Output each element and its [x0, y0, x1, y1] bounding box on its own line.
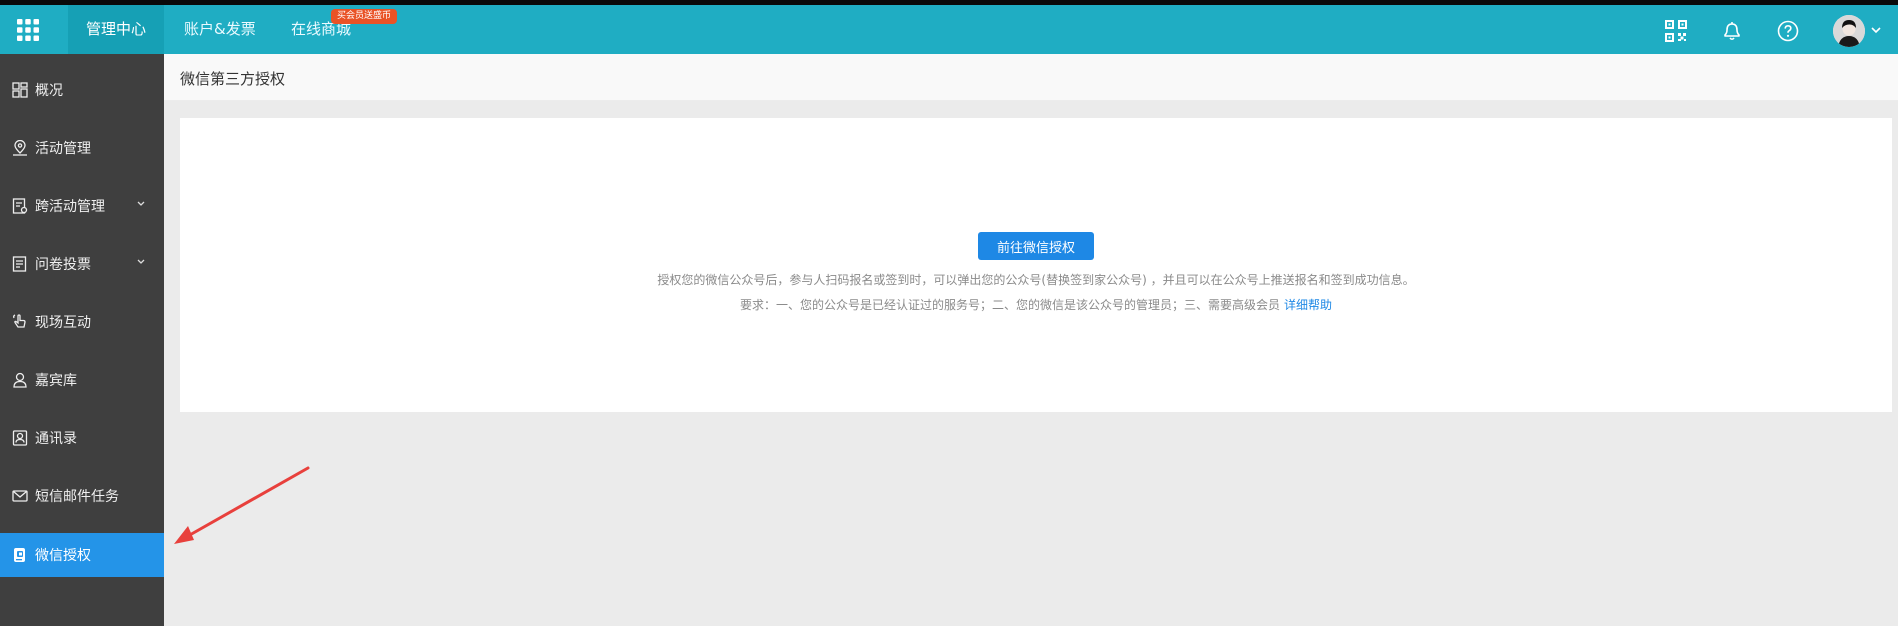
- contacts-icon: [11, 430, 28, 447]
- authorization-requirements: 要求：一、您的公众号是已经认证过的服务号；二、您的微信是该公众号的管理员；三、需…: [180, 296, 1892, 313]
- app-grid-button[interactable]: [0, 5, 56, 54]
- detailed-help-link[interactable]: 详细帮助: [1284, 298, 1332, 312]
- authorization-description: 授权您的微信公众号后，参与人扫码报名或签到时，可以弹出您的公众号(替换签到家公众…: [657, 273, 1415, 287]
- sidebar-item-label: 概况: [35, 83, 63, 99]
- requirements-text: 要求：一、您的公众号是已经认证过的服务号；二、您的微信是该公众号的管理员；三、需…: [739, 298, 1280, 312]
- bell-icon: [1721, 20, 1743, 42]
- help-icon: [1777, 20, 1799, 42]
- grid-icon: [16, 18, 40, 42]
- sidebar-item-label: 嘉宾库: [35, 373, 77, 389]
- dashboard-icon: [11, 82, 28, 99]
- sidebar-item-contacts[interactable]: 通讯录: [0, 416, 164, 460]
- go-wechat-authorize-button[interactable]: 前往微信授权: [978, 232, 1094, 260]
- vote-icon: [11, 256, 28, 273]
- top-navigation-bar: 管理中心 账户&发票 在线商城 买会员送盛币: [0, 0, 1898, 54]
- tab-management-center[interactable]: 管理中心: [68, 5, 164, 54]
- sidebar-item-label: 活动管理: [35, 141, 91, 157]
- location-icon: [11, 140, 28, 157]
- sidebar-item-overview[interactable]: 概况: [0, 68, 164, 112]
- sidebar-item-live-interaction[interactable]: 现场互动: [0, 300, 164, 344]
- guest-icon: [11, 372, 28, 389]
- sidebar-item-label: 问卷投票: [35, 257, 91, 273]
- sidebar-item-survey-vote[interactable]: 问卷投票: [0, 242, 164, 286]
- caret-down-icon[interactable]: [1870, 25, 1882, 35]
- chevron-down-icon: [136, 200, 146, 208]
- page-title: 微信第三方授权: [180, 70, 286, 88]
- document-settings-icon: [11, 198, 28, 215]
- sidebar-item-sms-email-tasks[interactable]: 短信邮件任务: [0, 474, 164, 518]
- sidebar-item-label: 现场互动: [35, 315, 91, 331]
- page-header: 微信第三方授权: [164, 54, 1898, 101]
- sidebar-item-label: 短信邮件任务: [35, 489, 119, 505]
- interaction-icon: [11, 314, 28, 331]
- sidebar-item-label: 通讯录: [35, 431, 77, 447]
- help-button[interactable]: [1775, 18, 1801, 44]
- qr-code-button[interactable]: [1663, 18, 1689, 44]
- sidebar-item-event-management[interactable]: 活动管理: [0, 126, 164, 170]
- promo-badge: 买会员送盛币: [331, 9, 398, 24]
- qr-code-icon: [1665, 20, 1687, 42]
- authorization-panel: 前往微信授权 授权您的微信公众号后，参与人扫码报名或签到时，可以弹出您的公众号(…: [180, 118, 1892, 412]
- sidebar: 概况 活动管理 跨活动管理 问卷投票 现场互动 嘉宾库 通讯录 短信邮件任务 微…: [0, 54, 164, 626]
- sidebar-item-label: 微信授权: [35, 548, 91, 564]
- notifications-button[interactable]: [1719, 18, 1745, 44]
- sidebar-item-guest-library[interactable]: 嘉宾库: [0, 358, 164, 402]
- sidebar-item-cross-event-management[interactable]: 跨活动管理: [0, 184, 164, 228]
- mail-icon: [11, 488, 28, 505]
- wechat-auth-icon: [11, 547, 28, 564]
- chevron-down-icon: [136, 258, 146, 266]
- user-avatar[interactable]: [1833, 15, 1865, 47]
- tab-account-invoice[interactable]: 账户&发票: [184, 5, 256, 54]
- sidebar-item-label: 跨活动管理: [35, 199, 105, 215]
- sidebar-item-wechat-authorization[interactable]: 微信授权: [0, 533, 164, 577]
